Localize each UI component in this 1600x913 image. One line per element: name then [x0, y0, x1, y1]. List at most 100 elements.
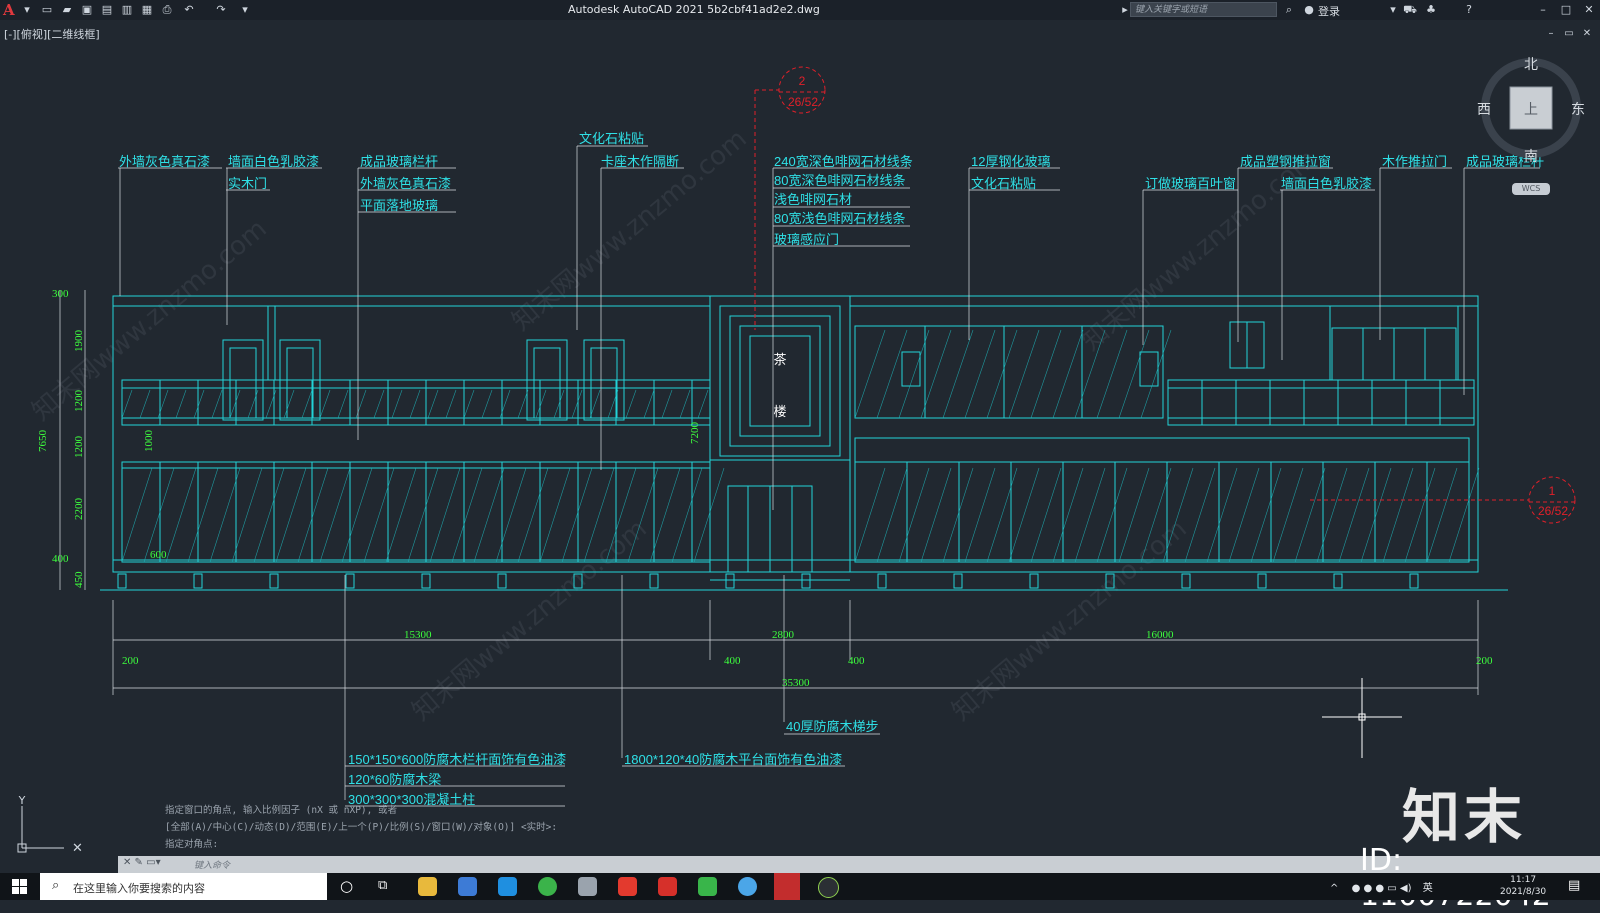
drawing-line — [1184, 467, 1216, 563]
compass-west[interactable]: 西 — [1477, 102, 1491, 118]
label-tempered-glass: 12厚钢化玻璃 — [971, 154, 1050, 169]
cortana-icon[interactable]: ○ — [340, 877, 353, 895]
wcs-menu[interactable]: WCS — [1512, 183, 1550, 195]
drawing-canvas[interactable]: 2 26/52 1 26/52 外墙灰色真石漆 墙面白色乳胶漆 实木门 成品玻璃… — [0, 0, 1600, 900]
dim-text: 300 — [52, 288, 69, 300]
system-tray[interactable]: ^ ● ● ● ▭ ◀) 英 — [1330, 879, 1433, 894]
drawing-line — [693, 467, 725, 563]
section-1-id: 1 — [1549, 484, 1556, 498]
wps-icon[interactable] — [658, 877, 677, 896]
dim-text: 2800 — [772, 629, 795, 641]
drawing-line — [898, 467, 930, 563]
drawing-line — [297, 467, 329, 563]
drawing-line — [373, 389, 385, 419]
drawing-line — [1206, 467, 1238, 563]
louver-window-2 — [1139, 351, 1159, 387]
drawing-line — [391, 389, 403, 419]
file-explorer-icon[interactable] — [418, 877, 437, 896]
label-stone-trim-80-dark: 80宽深色啡网石材线条 — [774, 173, 905, 188]
wechat-icon[interactable] — [698, 877, 717, 896]
drawing-line — [1382, 467, 1414, 563]
section-2-id: 2 — [799, 74, 806, 88]
browser-icon[interactable] — [538, 877, 557, 896]
section-1-ref: 26/52 — [1538, 504, 1568, 518]
section-2-ref: 26/52 — [788, 95, 818, 109]
drawing-line — [986, 329, 1018, 419]
drawing-line — [409, 389, 421, 419]
drawing-line — [854, 467, 886, 563]
concrete-column — [345, 573, 355, 589]
app-icon[interactable] — [578, 877, 597, 896]
sign-char-1: 茶 — [773, 352, 786, 367]
autocad-taskbar-icon[interactable] — [774, 873, 800, 900]
crosshair-cursor — [1322, 678, 1402, 758]
command-history: 指定窗口的角点, 输入比例因子 (nX 或 nXP), 或者 [全部(A)/中心… — [165, 802, 557, 853]
dim-text: 200 — [122, 655, 139, 667]
watermark-logo: 知末 — [1402, 783, 1527, 851]
dim-text: 400 — [52, 553, 69, 565]
drawing-line — [679, 389, 691, 419]
concrete-column — [497, 573, 507, 589]
drawing-line — [283, 389, 295, 419]
drawing-line — [964, 329, 996, 419]
compass-north[interactable]: 北 — [1524, 57, 1538, 73]
louver-window-1 — [901, 351, 921, 387]
ucs-icon: Y ✕ — [17, 796, 83, 856]
notification-icon[interactable]: ▤ — [1568, 878, 1580, 893]
compass-east[interactable]: 东 — [1571, 102, 1585, 118]
taskbar-clock[interactable]: 11:17 2021/8/30 — [1500, 874, 1546, 898]
dim-text: 600 — [150, 549, 167, 561]
command-line-close-icon[interactable]: ✕ ✎ ▭▾ — [123, 857, 161, 868]
concrete-column — [953, 573, 963, 589]
concrete-column — [573, 573, 583, 589]
viewcube-top-face[interactable]: 上 — [1524, 102, 1538, 118]
concrete-column — [1105, 573, 1115, 589]
tray-chevron-icon[interactable]: ^ — [1330, 883, 1338, 894]
concrete-column — [1029, 573, 1039, 589]
clock-date: 2021/8/30 — [1500, 887, 1547, 897]
command-input[interactable]: 键入命令 — [194, 858, 230, 871]
viewcube-compass[interactable]: 北 南 东 西 上 — [1476, 56, 1586, 196]
drawing-line — [229, 389, 241, 419]
drawing-line — [876, 467, 908, 563]
label-booth-partition: 卡座木作隔断 — [601, 154, 679, 169]
drawing-line — [1426, 467, 1458, 563]
tray-icons[interactable]: ● ● ● ▭ ◀) — [1352, 883, 1412, 894]
drawing-line — [355, 389, 367, 419]
drawing-line — [341, 467, 373, 563]
windows-start-icon[interactable] — [12, 879, 27, 894]
taskbar-search-box[interactable]: ⌕ 在这里输入你要搜索的内容 — [40, 873, 327, 900]
drawing-line — [451, 467, 483, 563]
ime-indicator[interactable]: 英 — [1423, 883, 1433, 894]
compass-south[interactable]: 南 — [1524, 149, 1538, 165]
drawing-line — [187, 467, 219, 563]
dim-text: 1000 — [143, 430, 155, 453]
app-icon-blue[interactable] — [738, 877, 757, 896]
store-icon[interactable] — [458, 877, 477, 896]
drawing-line — [583, 467, 615, 563]
drawing-line — [363, 467, 395, 563]
drawing-line — [1272, 467, 1304, 563]
app-icon-green[interactable] — [818, 877, 839, 898]
drawing-line — [121, 389, 133, 419]
drawing-line — [139, 389, 151, 419]
command-history-line: 指定窗口的角点, 输入比例因子 (nX 或 nXP), 或者 — [165, 805, 398, 816]
dim-text: 7200 — [689, 422, 701, 445]
drawing-line — [275, 467, 307, 563]
drawing-line — [165, 467, 197, 563]
app-icon-red[interactable] — [618, 877, 637, 896]
label-sensor-glass-door: 玻璃感应门 — [774, 232, 839, 247]
drawing-line — [1360, 467, 1392, 563]
drawing-line — [463, 389, 475, 419]
dim-text: 35300 — [782, 677, 810, 689]
label-wood-platform: 1800*120*40防腐木平台面饰有色油漆 — [624, 752, 842, 767]
taskbar-search-placeholder: 在这里输入你要搜索的内容 — [73, 882, 205, 895]
dim-text: 400 — [724, 655, 741, 667]
drawing-line — [407, 467, 439, 563]
drawing-line — [1096, 467, 1128, 563]
task-view-icon[interactable]: ⧉ — [378, 878, 387, 893]
label-white-latex-paint-2: 墙面白色乳胶漆 — [1281, 176, 1372, 191]
mail-icon[interactable] — [498, 877, 517, 896]
svg-text:Y: Y — [18, 796, 26, 807]
drawing-line — [854, 329, 886, 419]
